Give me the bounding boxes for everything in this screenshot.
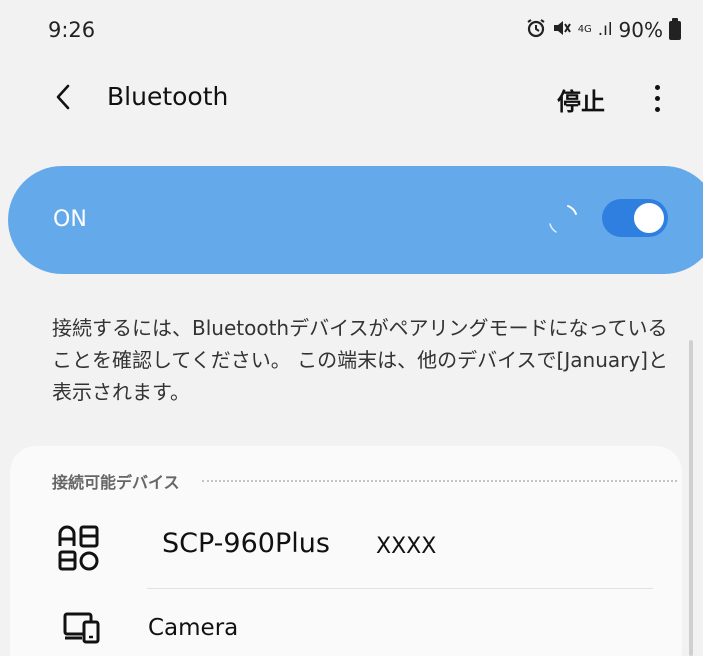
more-vert-icon xyxy=(654,84,660,90)
chevron-left-icon xyxy=(56,84,70,110)
available-devices-card: 接続可能デバイス SCP-960Plus XXXX Camera xyxy=(10,446,682,656)
status-icons: 4G .ıl 90% xyxy=(526,17,681,42)
camera-device-icon xyxy=(63,612,100,644)
device-row[interactable]: Camera xyxy=(10,598,682,656)
battery-percent: 90% xyxy=(618,18,663,42)
stop-scan-button[interactable]: 停止 xyxy=(557,82,605,117)
device-name: SCP-960Plus xyxy=(162,528,330,559)
signal-icon: .ıl xyxy=(597,19,613,40)
section-header: 接続可能デバイス xyxy=(52,470,677,492)
back-button[interactable] xyxy=(48,80,78,114)
more-options-button[interactable] xyxy=(644,80,670,116)
device-name: Camera xyxy=(148,615,239,641)
bluetooth-switch[interactable] xyxy=(602,199,668,237)
status-bar: 9:26 4G .ıl 90% xyxy=(0,0,703,60)
alarm-icon xyxy=(526,18,546,42)
switch-knob xyxy=(632,201,666,235)
row-divider xyxy=(147,588,653,589)
bluetooth-master-toggle[interactable]: ON xyxy=(8,166,703,274)
section-title: 接続可能デバイス xyxy=(52,473,180,492)
4g-icon: 4G xyxy=(577,24,592,35)
device-row[interactable]: SCP-960Plus XXXX xyxy=(10,514,682,590)
scrollbar[interactable] xyxy=(689,340,693,656)
device-suffix: XXXX xyxy=(376,534,437,559)
battery-icon xyxy=(669,17,681,40)
app-bar: Bluetooth 停止 xyxy=(0,68,703,128)
toggle-state-label: ON xyxy=(53,207,87,232)
scanning-spinner-icon xyxy=(549,205,577,233)
pairing-description: 接続するには、Bluetoothデバイスがペアリングモードになっていることを確認… xyxy=(52,316,668,404)
status-time: 9:26 xyxy=(48,18,96,42)
page-title: Bluetooth xyxy=(107,82,229,111)
section-divider xyxy=(201,480,677,482)
mute-icon xyxy=(552,18,572,42)
device-generic-icon xyxy=(58,525,99,571)
